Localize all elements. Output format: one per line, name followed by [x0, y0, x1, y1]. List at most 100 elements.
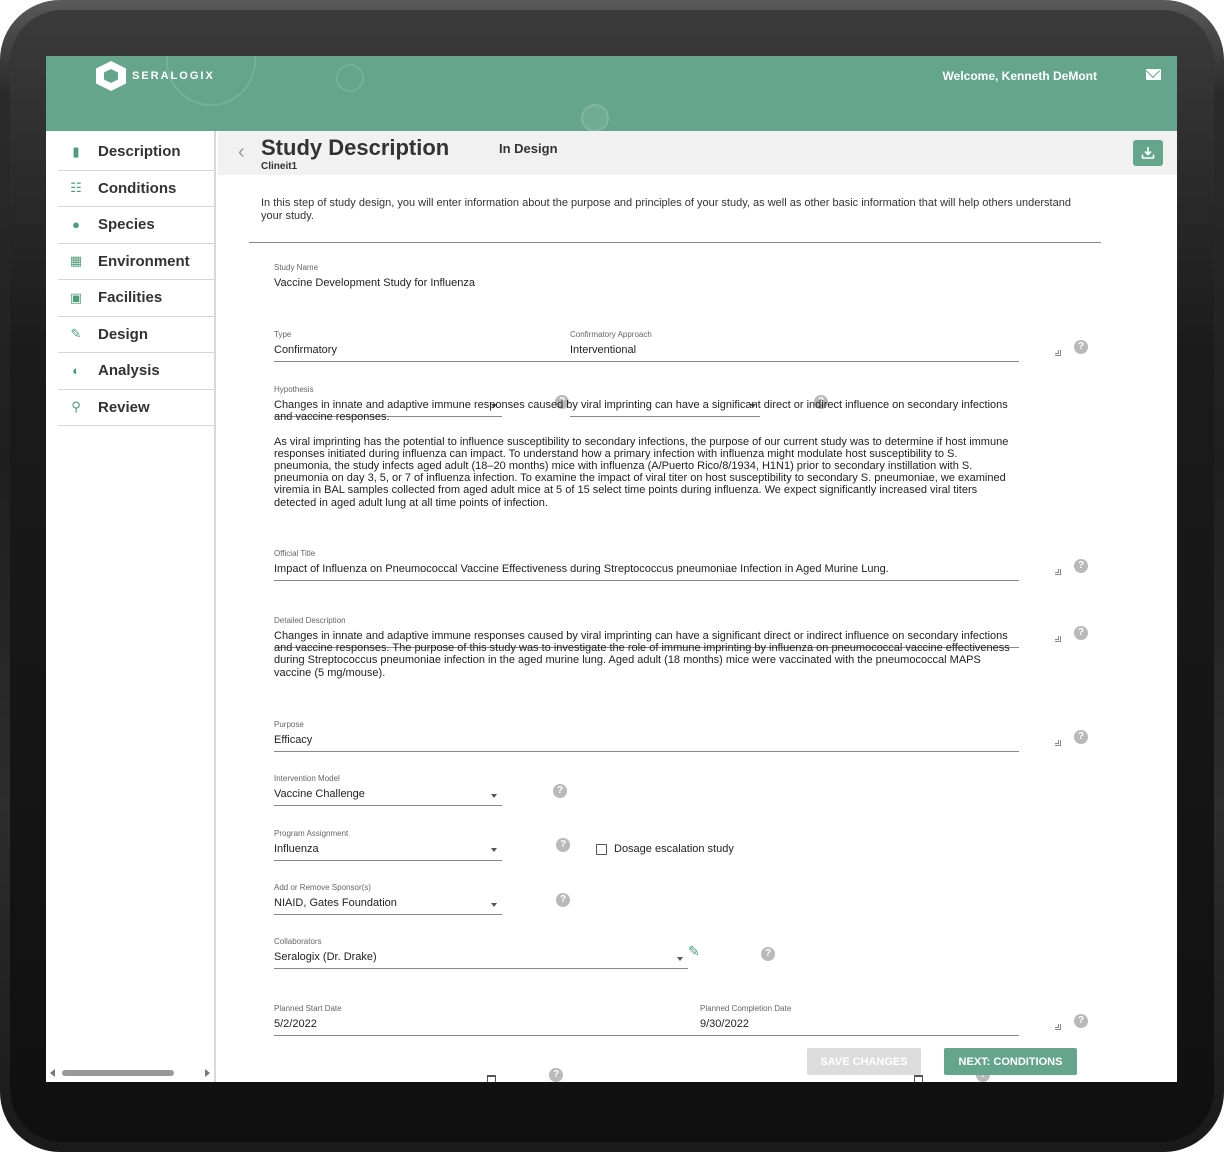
sidebar-item-analysis[interactable]: ◐ Analysis: [58, 353, 214, 390]
resize-handle-icon[interactable]: [1055, 569, 1061, 575]
sidebar-item-label: Analysis: [98, 362, 160, 380]
sidebar-item-environment[interactable]: ▦ Environment: [58, 244, 214, 280]
official-title-field[interactable]: Official Title Impact of Influenza on Pn…: [274, 549, 1014, 575]
start-date-label: Planned Start Date: [274, 1004, 342, 1013]
scroll-right-arrow-icon[interactable]: [205, 1069, 210, 1077]
resize-handle-icon[interactable]: [1055, 350, 1061, 356]
help-icon[interactable]: ?: [1074, 559, 1088, 573]
program-assignment-select[interactable]: Program Assignment Influenza: [274, 829, 499, 855]
type-select[interactable]: Type Confirmatory: [274, 330, 499, 356]
sidebar-item-label: Facilities: [98, 289, 163, 307]
scrollbar-thumb[interactable]: [62, 1070, 174, 1076]
hypothesis-input[interactable]: Changes in innate and adaptive immune re…: [274, 399, 1014, 509]
sidebar-item-species[interactable]: ● Species: [58, 207, 214, 244]
header-decoration: [581, 104, 609, 131]
analysis-icon: ◐: [72, 363, 80, 379]
sponsors-select[interactable]: Add or Remove Sponsor(s) NIAID, Gates Fo…: [274, 883, 684, 909]
resize-handle-icon[interactable]: [1055, 740, 1061, 746]
help-icon[interactable]: ?: [1074, 730, 1088, 744]
download-icon: [1141, 147, 1155, 159]
main-content: ‹ Study Description Clineit1 In Design I…: [218, 131, 1177, 1082]
sidebar-item-design[interactable]: ✎ Design: [58, 317, 214, 353]
detailed-description-label: Detailed Description: [274, 616, 346, 625]
help-icon[interactable]: ?: [556, 838, 570, 852]
logo-hex-icon: [96, 61, 126, 91]
next-conditions-button[interactable]: NEXT: CONDITIONS: [944, 1048, 1077, 1075]
collaborators-field[interactable]: Collaborators Seralogix (Dr. Drake): [274, 937, 1014, 963]
confirmatory-approach-select[interactable]: Confirmatory Approach Interventional: [570, 330, 760, 356]
dosage-escalation-checkbox[interactable]: [596, 844, 607, 855]
intervention-model-label: Intervention Model: [274, 774, 340, 783]
help-icon[interactable]: ?: [549, 1068, 563, 1082]
sidebar-item-facilities[interactable]: ▣ Facilities: [58, 280, 214, 317]
sidebar-item-label: Description: [98, 143, 181, 161]
resize-handle-icon[interactable]: [1055, 1024, 1061, 1030]
help-icon[interactable]: ?: [1074, 1014, 1088, 1028]
calendar-icon[interactable]: [914, 1075, 923, 1082]
purpose-select[interactable]: Purpose Efficacy: [274, 720, 499, 746]
sidebar-item-description[interactable]: ▮ Description: [58, 134, 214, 171]
completion-date-field[interactable]: Planned Completion Date 9/30/2022: [700, 1004, 925, 1030]
study-name-label: Study Name: [274, 263, 319, 272]
field-underline: [274, 361, 1019, 362]
title-bar: ‹ Study Description Clineit1 In Design: [218, 131, 1177, 175]
study-name-field[interactable]: Study Name Vaccine Development Study for…: [274, 263, 1014, 289]
completion-date-input[interactable]: 9/30/2022: [700, 1018, 925, 1030]
collaborators-input[interactable]: Seralogix (Dr. Drake): [274, 951, 1014, 963]
sidebar: ▮ Description ☷ Conditions ● Species ▦ E…: [46, 131, 216, 1082]
program-assignment-value: Influenza: [274, 843, 319, 855]
hierarchy-icon: ☷: [70, 180, 82, 196]
page-title: Study Description: [261, 135, 450, 160]
completion-date-label: Planned Completion Date: [700, 1004, 792, 1013]
sidebar-horizontal-scrollbar[interactable]: [50, 1068, 210, 1078]
field-underline: [274, 914, 502, 915]
start-date-input[interactable]: 5/2/2022: [274, 1018, 499, 1030]
hypothesis-field[interactable]: Hypothesis Changes in innate and adaptiv…: [274, 385, 1014, 509]
seralogix-logo[interactable]: SERALOGIX: [96, 61, 215, 91]
detailed-description-input[interactable]: Changes in innate and adaptive immune re…: [274, 630, 1014, 679]
field-underline: [274, 580, 1019, 581]
collaborators-label: Collaborators: [274, 937, 322, 946]
sidebar-item-conditions[interactable]: ☷ Conditions: [58, 171, 214, 207]
field-underline: [274, 1035, 1019, 1036]
pencil-icon: ✎: [70, 326, 82, 342]
intervention-model-select[interactable]: Intervention Model Vaccine Challenge: [274, 774, 499, 800]
environment-icon: ▦: [69, 253, 83, 269]
paw-icon: ●: [72, 217, 80, 233]
help-icon[interactable]: ?: [553, 784, 567, 798]
scroll-left-arrow-icon[interactable]: [50, 1069, 55, 1077]
save-changes-button[interactable]: SAVE CHANGES: [807, 1048, 921, 1075]
sponsors-value: NIAID, Gates Foundation: [274, 897, 397, 909]
start-date-field[interactable]: Planned Start Date 5/2/2022: [274, 1004, 499, 1030]
study-name-input[interactable]: Vaccine Development Study for Influenza: [274, 277, 1014, 289]
field-underline: [274, 968, 688, 969]
sidebar-item-label: Conditions: [98, 179, 177, 197]
download-button[interactable]: [1133, 140, 1163, 166]
type-value: Confirmatory: [274, 344, 337, 356]
official-title-input[interactable]: Impact of Influenza on Pneumococcal Vacc…: [274, 563, 1014, 575]
field-underline: [274, 860, 502, 861]
facility-icon: ▣: [69, 289, 83, 305]
hypothesis-label: Hypothesis: [274, 385, 314, 394]
header-decoration: [336, 64, 364, 92]
intro-text: In this step of study design, you will e…: [261, 197, 1071, 222]
detailed-description-field[interactable]: Detailed Description Changes in innate a…: [274, 616, 1014, 679]
sidebar-item-label: Design: [98, 325, 149, 343]
section-divider: [249, 242, 1101, 243]
official-title-label: Official Title: [274, 549, 316, 558]
app-header: SERALOGIX Welcome, Kenneth DeMont: [46, 56, 1177, 131]
field-underline: [274, 805, 502, 806]
calendar-icon[interactable]: [487, 1075, 496, 1082]
sidebar-item-review[interactable]: ⚲ Review: [58, 390, 214, 426]
back-chevron-icon[interactable]: ‹: [238, 141, 245, 164]
confirmatory-approach-label: Confirmatory Approach: [570, 330, 652, 339]
resize-handle-icon[interactable]: [1055, 636, 1061, 642]
page-subtitle: Clineit1: [261, 161, 298, 172]
brand-name: SERALOGIX: [132, 70, 215, 82]
purpose-label: Purpose: [274, 720, 304, 729]
help-icon[interactable]: ?: [1074, 340, 1088, 354]
help-icon[interactable]: ?: [1074, 626, 1088, 640]
document-icon: ▮: [72, 143, 80, 159]
mail-icon[interactable]: [1146, 69, 1161, 80]
sidebar-item-label: Review: [98, 398, 150, 416]
